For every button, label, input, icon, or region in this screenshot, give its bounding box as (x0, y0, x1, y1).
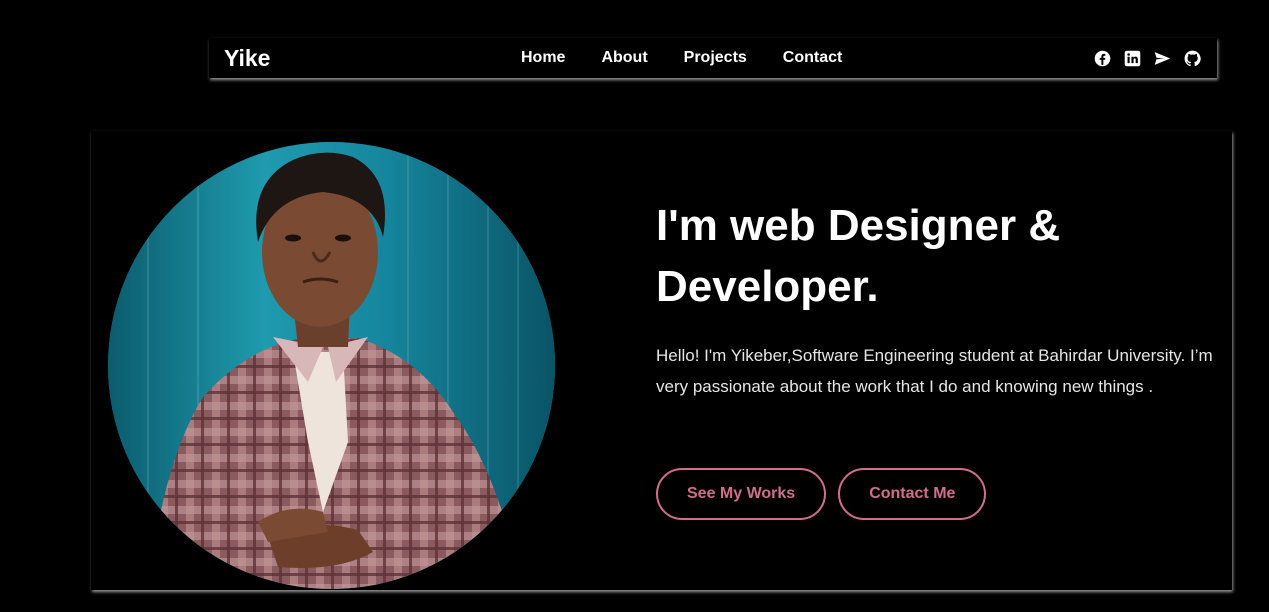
hero-title: I'm web Designer & Developer. (656, 201, 1061, 311)
telegram-icon[interactable] (1153, 49, 1171, 67)
github-icon[interactable] (1183, 49, 1201, 67)
hero-section: I'm web Designer & Developer. Hello! I'm… (91, 131, 1232, 590)
nav-link-projects[interactable]: Projects (684, 49, 747, 67)
contact-me-button[interactable]: Contact Me (838, 468, 987, 520)
nav-link-about[interactable]: About (601, 49, 647, 67)
profile-photo (108, 142, 555, 589)
hero-buttons: See My Works Contact Me (656, 468, 987, 520)
nav-links: Home About Projects Contact (521, 49, 878, 67)
brand-logo[interactable]: Yike (224, 45, 270, 72)
nav-link-home[interactable]: Home (521, 49, 565, 67)
hero-description: Hello! I'm Yikeber,Software Engineering … (656, 346, 1213, 396)
see-my-works-button[interactable]: See My Works (656, 468, 827, 520)
navbar: Yike Home About Projects Contact (209, 38, 1217, 78)
nav-link-contact[interactable]: Contact (783, 49, 843, 67)
facebook-icon[interactable] (1093, 49, 1111, 67)
social-links (1093, 49, 1201, 67)
linkedin-icon[interactable] (1123, 49, 1141, 67)
